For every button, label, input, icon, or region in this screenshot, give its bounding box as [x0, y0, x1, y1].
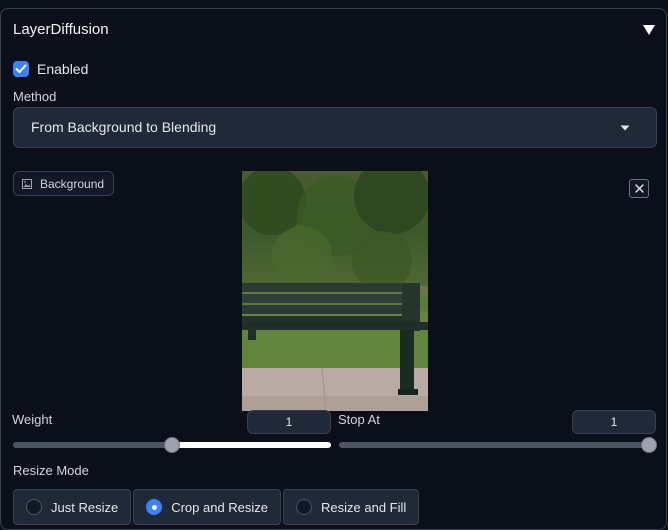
method-dropdown-value: From Background to Blending	[31, 119, 217, 135]
radio-option-crop-and-resize[interactable]: Crop and Resize	[133, 489, 282, 525]
radio-button[interactable]	[296, 499, 313, 515]
layerdiffusion-panel: LayerDiffusion Enabled Method From Backg…	[0, 8, 667, 530]
background-photo	[242, 171, 428, 411]
accordion-header[interactable]: LayerDiffusion	[13, 20, 656, 42]
enabled-label: Enabled	[37, 61, 89, 77]
weight-label: Weight	[12, 412, 53, 427]
radio-option-resize-and-fill[interactable]: Resize and Fill	[283, 489, 420, 525]
enabled-checkbox[interactable]	[13, 61, 29, 77]
weight-slider-thumb[interactable]	[164, 437, 180, 453]
radio-option-label: Just Resize	[51, 499, 119, 515]
stop-at-label: Stop At	[338, 412, 380, 427]
radio-option-label: Crop and Resize	[171, 499, 269, 515]
enabled-checkbox-row[interactable]: Enabled	[13, 60, 88, 78]
method-dropdown[interactable]: From Background to Blending	[13, 107, 657, 148]
method-label: Method	[13, 89, 57, 104]
stop-at-slider-thumb[interactable]	[641, 437, 657, 453]
checkmark-icon	[15, 64, 27, 73]
image-icon	[22, 178, 32, 189]
caret-down-icon	[620, 125, 630, 131]
stop-at-slider-track	[339, 442, 657, 448]
weight-number-input[interactable]: 1	[247, 410, 331, 434]
radio-button[interactable]	[26, 499, 42, 515]
radio-option-just-resize[interactable]: Just Resize	[13, 489, 132, 525]
background-image-upload[interactable]: Background	[13, 171, 657, 411]
radio-button[interactable]	[146, 499, 163, 515]
weight-slider-fill	[172, 442, 331, 448]
accordion-title: LayerDiffusion	[13, 21, 109, 38]
stop-at-slider[interactable]	[339, 437, 657, 453]
close-icon[interactable]	[629, 179, 649, 198]
stop-at-number-input[interactable]: 1	[572, 410, 656, 434]
resize-mode-radio-group: Just Resize Crop and Resize Resize and F…	[13, 489, 421, 525]
radio-option-label: Resize and Fill	[321, 499, 407, 515]
triangle-down-icon[interactable]	[642, 24, 656, 36]
image-tag: Background	[13, 171, 115, 196]
image-tag-label: Background	[40, 176, 105, 191]
resize-mode-label: Resize Mode	[13, 463, 89, 478]
weight-slider[interactable]	[13, 437, 331, 453]
